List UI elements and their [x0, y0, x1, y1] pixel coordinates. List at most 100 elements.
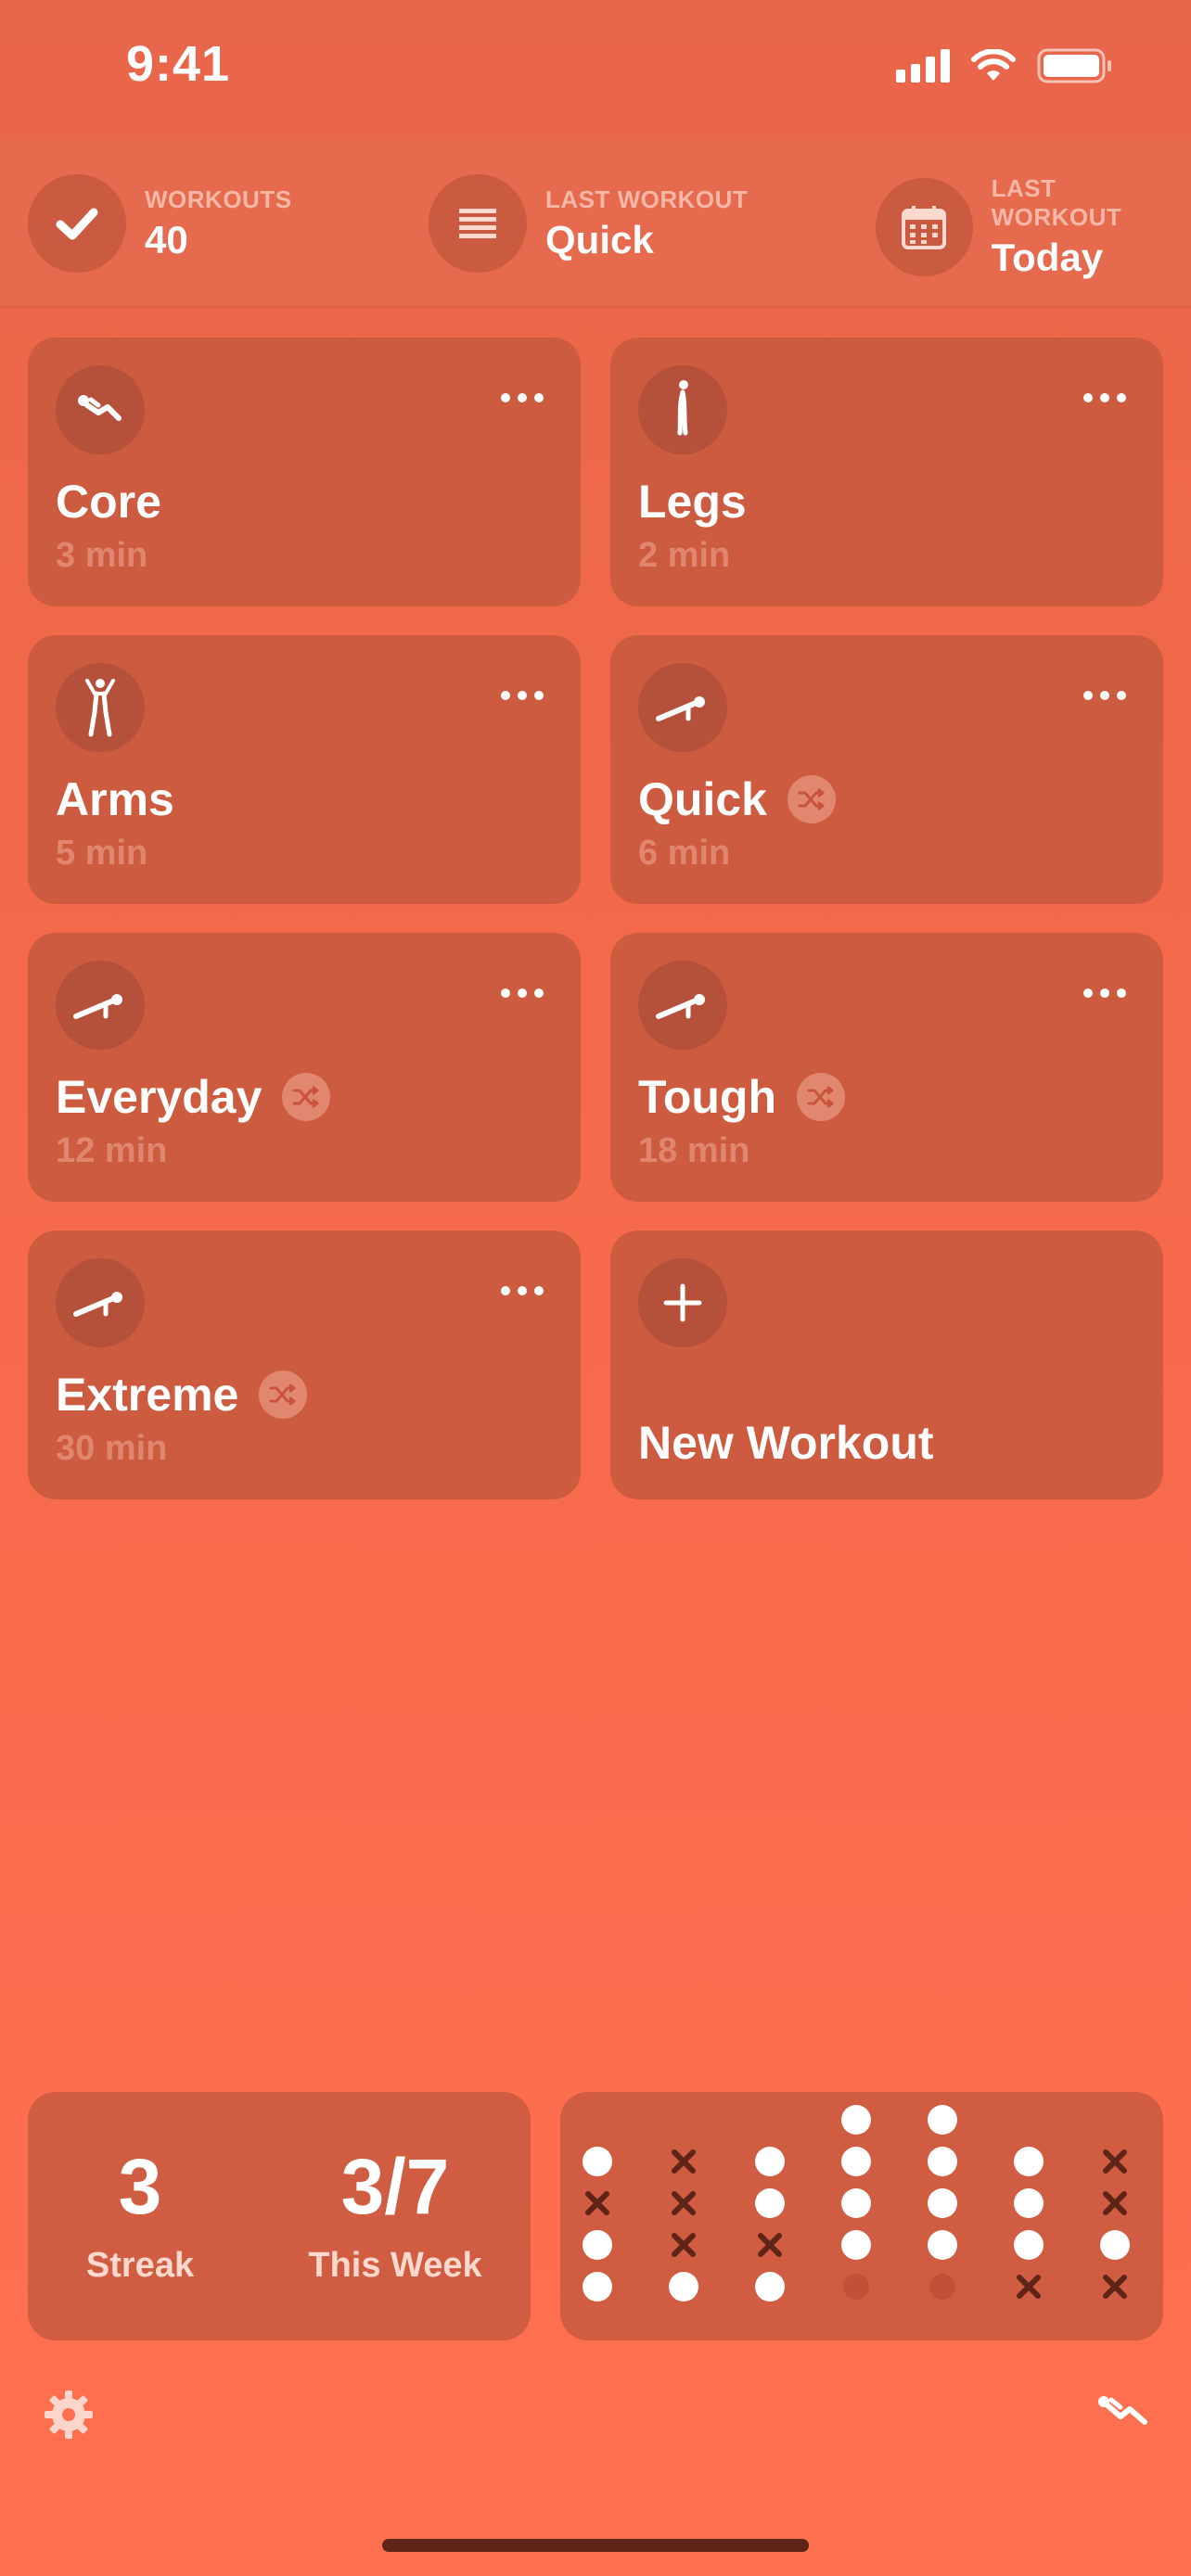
- cellular-signal-icon: [896, 49, 950, 83]
- workout-done-dot: [839, 2145, 873, 2178]
- workout-duration: 2 min: [638, 536, 731, 575]
- week-stat: 3/7 This Week: [293, 2148, 497, 2286]
- pushup-icon: [638, 961, 727, 1050]
- workout-title: Arms: [56, 773, 174, 825]
- shuffle-icon: [282, 1073, 331, 1121]
- stat-value: Quick: [545, 217, 654, 261]
- week-value: 3/7: [340, 2143, 450, 2230]
- status-time: 9:41: [126, 36, 231, 92]
- battery-icon: [1037, 48, 1111, 83]
- workout-done-dot: [753, 2145, 787, 2178]
- workout-done-dot: [1098, 2228, 1132, 2262]
- workout-card-quick[interactable]: Quick 6 min: [610, 635, 1163, 904]
- settings-button[interactable]: [43, 2389, 95, 2445]
- workout-done-dot: [1012, 2145, 1045, 2178]
- stat-label: LAST WORKOUT: [991, 174, 1122, 231]
- workout-title: Extreme: [56, 1369, 239, 1421]
- workout-card-arms[interactable]: Arms 5 min: [28, 635, 581, 904]
- workout-title: Core: [56, 476, 161, 528]
- workout-card-everyday[interactable]: Everyday 12 min: [28, 933, 581, 1202]
- plus-icon: [638, 1258, 727, 1347]
- workout-done-dot: [926, 2228, 959, 2262]
- more-options-button[interactable]: [501, 988, 544, 998]
- streak-summary: 3 Streak 3/7 This Week: [28, 2092, 531, 2340]
- missed-day-icon: [667, 2228, 700, 2262]
- missed-day-icon: [1098, 2270, 1132, 2303]
- empty-day-dot: [926, 2270, 959, 2303]
- exercise-mode-button[interactable]: [1095, 2391, 1150, 2438]
- missed-day-icon: [581, 2187, 614, 2220]
- workout-done-dot: [926, 2187, 959, 2220]
- standing-figure-icon: [638, 365, 727, 454]
- last-workout-date-stat: LAST WORKOUT Today: [876, 174, 1191, 280]
- missed-day-icon: [1098, 2187, 1132, 2220]
- missed-day-icon: [753, 2228, 787, 2262]
- stat-label: WORKOUTS: [145, 185, 292, 213]
- more-options-button[interactable]: [501, 691, 544, 700]
- workout-card-legs[interactable]: Legs 2 min: [610, 338, 1163, 606]
- more-options-button[interactable]: [501, 393, 544, 402]
- workout-done-dot: [581, 2270, 614, 2303]
- wifi-icon: [971, 49, 1016, 81]
- status-bar: 9:41: [0, 0, 1191, 139]
- workout-done-dot: [1012, 2187, 1045, 2220]
- workout-title: Quick: [638, 773, 767, 825]
- new-workout-label: New Workout: [638, 1417, 934, 1469]
- more-options-button[interactable]: [501, 1286, 544, 1295]
- workout-card-extreme[interactable]: Extreme 30 min: [28, 1231, 581, 1499]
- streak-stat: 3 Streak: [80, 2148, 200, 2286]
- pushup-icon: [56, 1258, 145, 1347]
- missed-day-icon: [667, 2145, 700, 2178]
- workout-done-dot: [926, 2145, 959, 2178]
- workout-title: Everyday: [56, 1071, 263, 1123]
- new-workout-button[interactable]: New Workout: [610, 1231, 1163, 1499]
- more-options-button[interactable]: [1083, 988, 1126, 998]
- workout-duration: 5 min: [56, 834, 148, 873]
- stat-label: LAST WORKOUT: [545, 185, 749, 213]
- pushup-icon: [638, 663, 727, 752]
- home-indicator: [382, 2539, 809, 2552]
- workout-done-dot: [753, 2187, 787, 2220]
- workout-title: Tough: [638, 1071, 776, 1123]
- more-options-button[interactable]: [1083, 691, 1126, 700]
- more-options-button[interactable]: [1083, 393, 1126, 402]
- workout-done-dot: [839, 2228, 873, 2262]
- shuffle-icon: [259, 1371, 308, 1419]
- missed-day-icon: [667, 2187, 700, 2220]
- workout-duration: 30 min: [56, 1429, 168, 1468]
- status-icons: [896, 48, 1113, 83]
- missed-day-icon: [1098, 2145, 1132, 2178]
- situp-icon: [1098, 2396, 1147, 2425]
- workouts-count-stat: WORKOUTS 40: [28, 174, 292, 273]
- workout-card-core[interactable]: Core 3 min: [28, 338, 581, 606]
- last-workout-name-stat: LAST WORKOUT Quick: [429, 174, 748, 273]
- shuffle-icon: [797, 1073, 845, 1121]
- jumping-jack-icon: [56, 663, 145, 752]
- empty-day-dot: [839, 2270, 873, 2303]
- workout-done-dot: [1012, 2228, 1045, 2262]
- stats-header: WORKOUTS 40 LAST WORKOUT Quick LAST WORK…: [0, 139, 1191, 308]
- checkmark-icon: [28, 174, 126, 273]
- workout-duration: 12 min: [56, 1131, 168, 1170]
- workout-done-dot: [839, 2187, 873, 2220]
- stat-value: Today: [991, 236, 1104, 279]
- stat-value: 40: [145, 217, 188, 261]
- streak-value: 3: [118, 2143, 162, 2230]
- workout-duration: 6 min: [638, 834, 731, 873]
- pushup-icon: [56, 961, 145, 1050]
- workout-duration: 3 min: [56, 536, 148, 575]
- list-icon: [429, 174, 527, 273]
- workout-title: Legs: [638, 476, 747, 528]
- workout-done-dot: [753, 2270, 787, 2303]
- workout-done-dot: [667, 2270, 700, 2303]
- situp-icon: [56, 365, 145, 454]
- history-grid: [560, 2092, 1163, 2340]
- workout-duration: 18 min: [638, 1131, 750, 1170]
- workout-card-tough[interactable]: Tough 18 min: [610, 933, 1163, 1202]
- workout-done-dot: [581, 2145, 614, 2178]
- week-label: This Week: [308, 2246, 482, 2285]
- workout-done-dot: [581, 2228, 614, 2262]
- calendar-icon: [876, 178, 973, 276]
- missed-day-icon: [1012, 2270, 1045, 2303]
- workout-done-dot: [926, 2103, 959, 2136]
